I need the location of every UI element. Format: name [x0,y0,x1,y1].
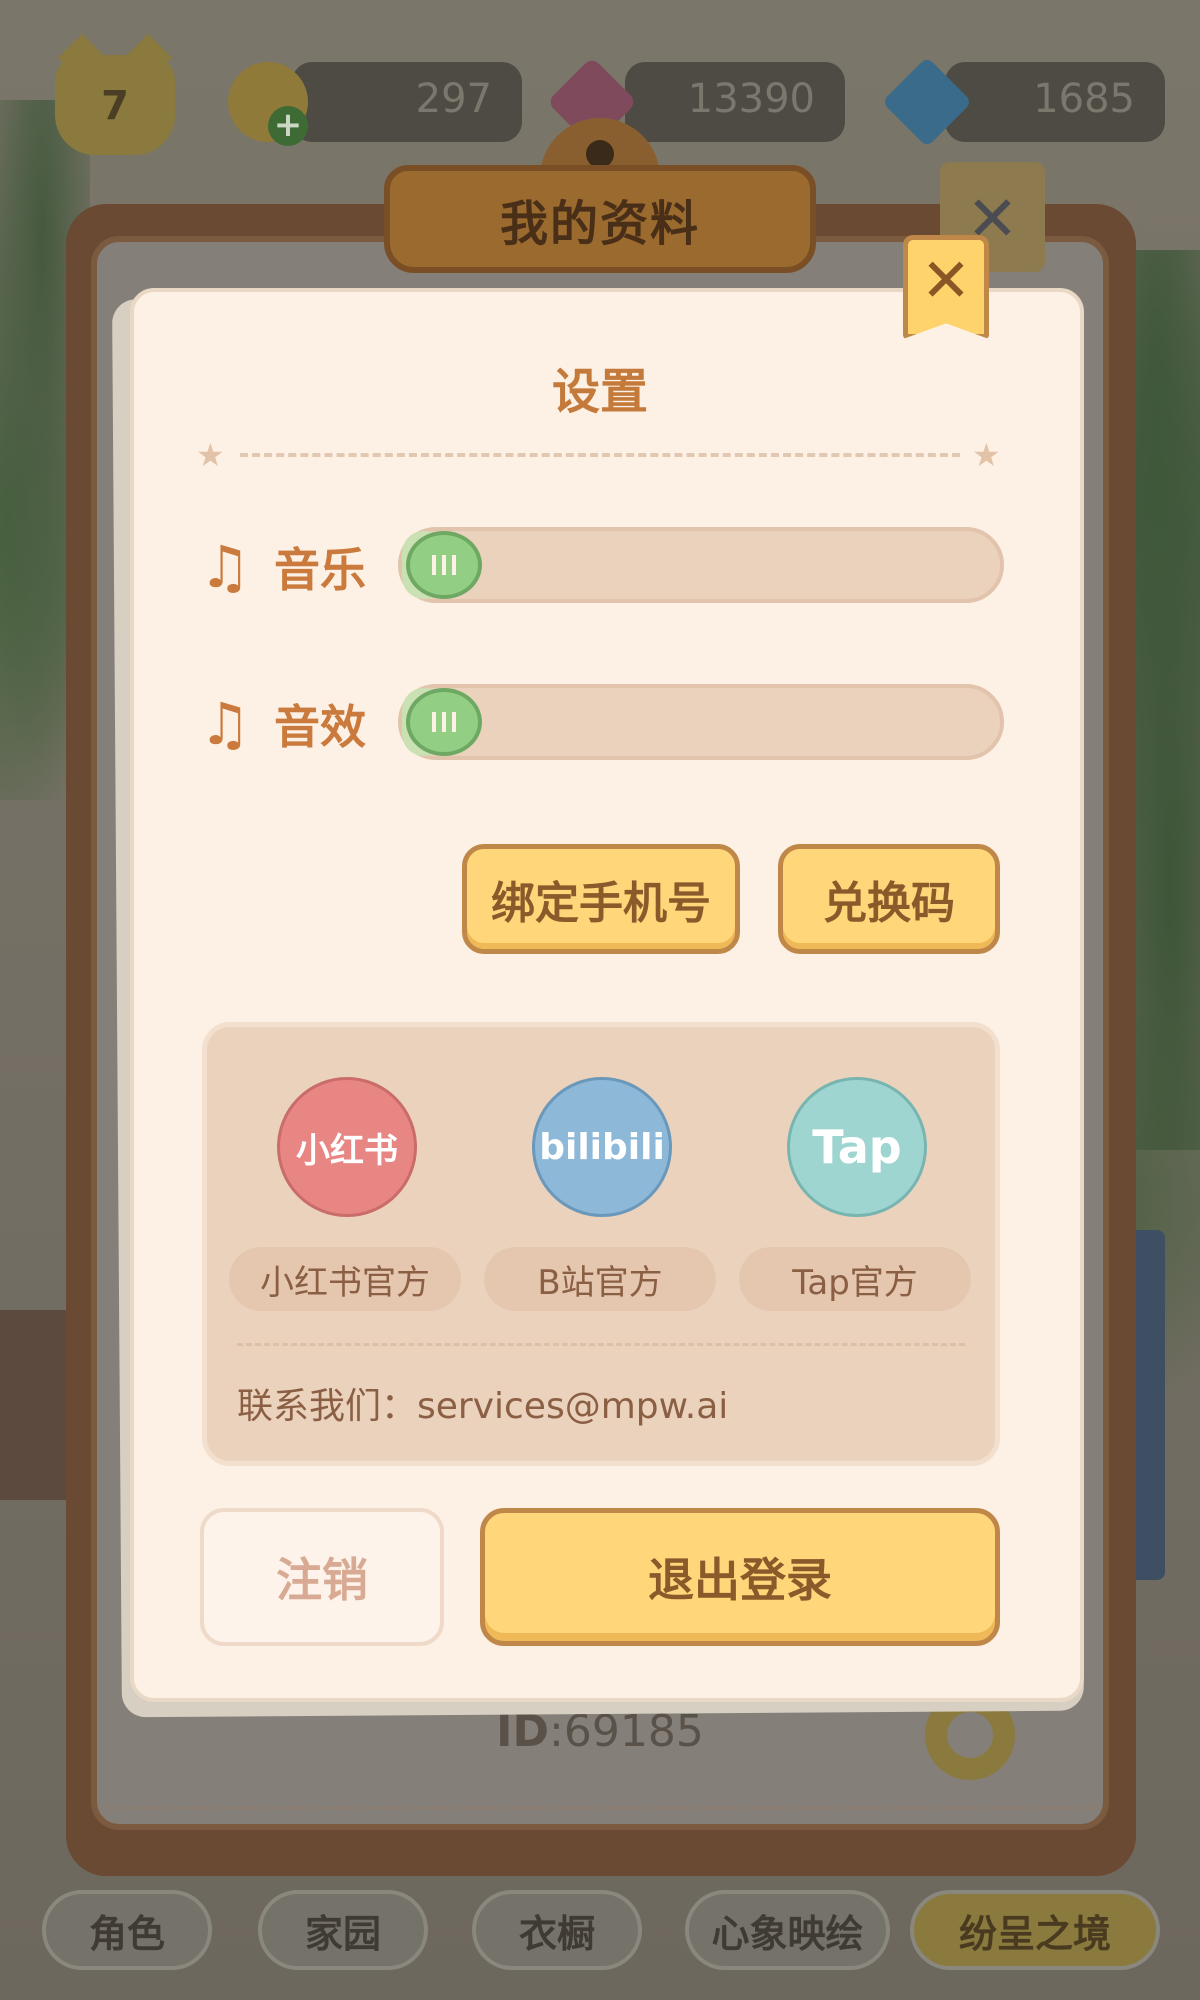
bilibili-official-link[interactable]: B站官方 [484,1247,716,1311]
gem-count: 13390 [687,76,815,122]
bilibili-icon[interactable]: bilibili [532,1077,672,1217]
snowflake-currency: 1685 [945,62,1165,142]
logout-button[interactable]: 退出登录 [480,1508,1000,1646]
level-number: 7 [101,83,129,129]
tap-icon[interactable]: Tap [787,1077,927,1217]
bottom-nav: 角色 家园 衣橱 心象映绘 纷呈之境 [40,1890,1160,1970]
music-note-icon: ♫ [199,533,251,601]
nav-wardrobe[interactable]: 衣橱 [472,1890,642,1970]
redeem-code-button[interactable]: 兑换码 [778,844,1000,954]
bell-currency: 297 [292,62,522,142]
music-slider-knob[interactable] [406,531,482,599]
xiaohongshu-official-link[interactable]: 小红书官方 [229,1247,461,1311]
sfx-volume-slider[interactable] [398,684,1004,760]
contact-email: 联系我们：services@mpw.ai [237,1386,729,1427]
close-button[interactable]: ✕ [903,235,989,339]
divider [240,453,960,457]
xiaohongshu-icon[interactable]: 小红书 [277,1077,417,1217]
sfx-slider-knob[interactable] [406,688,482,756]
level-badge: 7 [55,55,175,155]
bind-phone-button[interactable]: 绑定手机号 [462,844,740,954]
music-row: ♫ 音乐 [196,527,366,607]
tap-official-link[interactable]: Tap官方 [739,1247,971,1311]
cancel-account-button[interactable]: 注销 [200,1508,444,1646]
close-icon: ✕ [920,246,972,316]
music-volume-slider[interactable] [398,527,1004,603]
sfx-label: 音效 [274,700,366,754]
profile-title: 我的资料 [499,196,700,252]
nav-realm[interactable]: 纷呈之境 [910,1890,1160,1970]
settings-title: 设置 [551,364,648,420]
nav-characters[interactable]: 角色 [42,1890,212,1970]
star-icon: ★ [972,436,1001,474]
star-icon: ★ [196,436,225,474]
settings-modal [130,288,1084,1702]
social-links-panel: 小红书 bilibili Tap 小红书官方 B站官方 Tap官方 联系我们：s… [202,1022,1000,1466]
music-label: 音乐 [274,543,366,597]
nav-home[interactable]: 家园 [258,1890,428,1970]
nav-mind-drawing[interactable]: 心象映绘 [685,1890,890,1970]
profile-title-tab: 我的资料 [384,165,816,273]
snowflake-count: 1685 [1033,76,1135,122]
divider [237,1343,965,1346]
bell-count: 297 [415,76,492,122]
bell-add-icon[interactable] [228,62,308,146]
gem-currency: 13390 [625,62,845,142]
background-character-card [0,1310,75,1500]
sfx-row: ♫ 音效 [196,684,366,764]
music-note-icon: ♫ [199,690,251,758]
